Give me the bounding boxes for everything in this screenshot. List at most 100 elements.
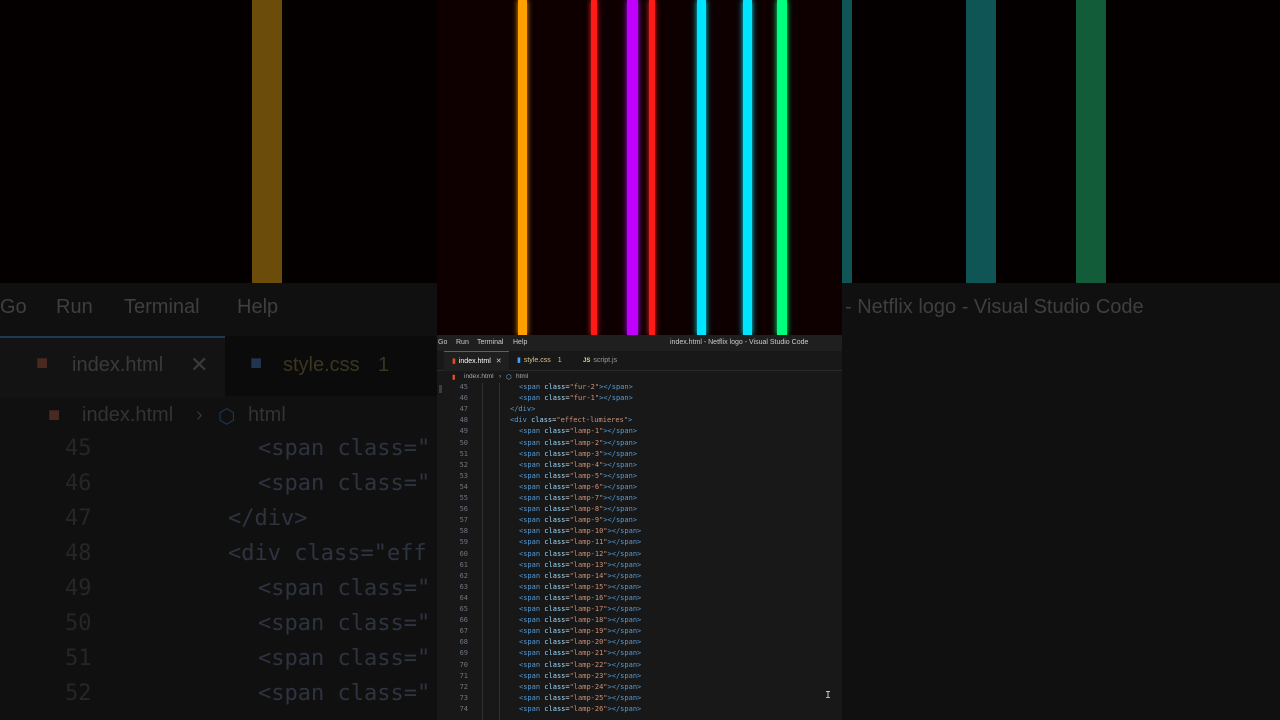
code-text: <span class="lamp-8"></span>: [519, 505, 638, 514]
code-text: <span class="lamp-6"></span>: [519, 482, 638, 491]
code-text: </div>: [228, 506, 308, 531]
code-line: 58 <span class="lamp-10"></span>: [437, 526, 842, 537]
blurred-menu-item: Help: [237, 296, 279, 318]
code-text: <span class="lamp-26"></span>: [519, 704, 642, 713]
line-number: 66: [459, 616, 468, 625]
line-number: 46: [65, 471, 92, 496]
code-line: 54 <span class="lamp-6"></span>: [437, 482, 842, 493]
blurred-code-line: 47 </div>: [0, 506, 440, 536]
css3-icon: ▮: [517, 357, 521, 364]
line-number: 72: [459, 682, 468, 691]
line-number: 56: [459, 505, 468, 514]
js-icon: JS: [583, 358, 591, 364]
lamp-stripe: [743, 0, 752, 335]
line-number: 65: [459, 605, 468, 613]
code-line: 60 <span class="lamp-12"></span>: [437, 549, 842, 560]
code-line: 48 <div class="effect-lumieres">: [437, 415, 842, 426]
code-line: 62 <span class="lamp-14"></span>: [437, 571, 842, 582]
code-text: <span class="lamp-18"></span>: [519, 616, 642, 625]
menu-terminal[interactable]: Terminal: [477, 339, 503, 346]
line-number: 74: [459, 704, 468, 713]
blurred-lamp: [966, 0, 996, 283]
code-text: <span class=": [258, 681, 431, 706]
line-number: 47: [65, 506, 92, 531]
tab-style-css[interactable]: ▮ style.css 1: [517, 351, 579, 370]
blurred-menu-item: Go: [0, 296, 27, 318]
editor-tabbar: ▮ index.html ✕ ▮ style.css 1 JS script.js: [437, 351, 842, 371]
code-text: <span class="lamp-2"></span>: [519, 438, 638, 447]
code-text: <span class="lamp-24"></span>: [519, 682, 642, 691]
close-icon: ✕: [190, 352, 209, 377]
code-text: <span class="lamp-15"></span>: [519, 582, 642, 591]
blurred-menu-item: Run: [56, 296, 93, 318]
code-editor[interactable]: 45 <span class="fur-2"></span> 46 <span cla…: [437, 383, 842, 720]
menubar: Go Run Terminal Help index.html - Netfli…: [437, 335, 842, 351]
code-line: 50 <span class="lamp-2"></span>: [437, 438, 842, 449]
code-text: <span class=": [258, 471, 431, 496]
tab-index-html[interactable]: ▮ index.html ✕: [444, 351, 509, 371]
line-number: 61: [459, 560, 468, 569]
code-text: <div class="eff: [228, 541, 427, 566]
menu-go[interactable]: Go: [438, 339, 447, 346]
code-line: 63 <span class="lamp-15"></span>: [437, 582, 842, 593]
code-text: <span class="lamp-9"></span>: [519, 516, 638, 525]
code-text: <span class="lamp-7"></span>: [519, 494, 638, 502]
breadcrumb-symbol[interactable]: html: [516, 373, 528, 380]
code-line: 46 <span class="fur-1"></span>: [437, 393, 842, 404]
blurred-tab-label: style.css: [283, 354, 360, 376]
code-text: <span class=": [258, 646, 431, 671]
code-text: <div class="effect-lumieres">: [510, 416, 633, 425]
code-line: 52 <span class="lamp-4"></span>: [437, 460, 842, 471]
line-number: 52: [65, 681, 92, 706]
video-center-column: Go Run Terminal Help index.html - Netfli…: [437, 0, 842, 720]
line-number: 51: [65, 646, 92, 671]
menu-help[interactable]: Help: [513, 339, 527, 346]
code-line: 61 <span class="lamp-13"></span>: [437, 560, 842, 571]
chevron-right-icon: ›: [196, 404, 203, 426]
tab-script-js[interactable]: JS script.js: [583, 351, 643, 370]
line-number: 63: [459, 582, 468, 591]
code-line: 55 <span class="lamp-7"></span>: [437, 493, 842, 504]
line-number: 59: [459, 538, 468, 547]
line-number: 49: [65, 576, 92, 601]
problem-count-badge: 1: [557, 357, 562, 364]
code-text: <span class="lamp-1"></span>: [519, 427, 638, 436]
line-number: 60: [459, 549, 468, 558]
menu-run[interactable]: Run: [456, 339, 469, 346]
close-icon[interactable]: ✕: [496, 358, 502, 365]
line-number: 50: [459, 438, 468, 447]
code-text: <span class="lamp-20"></span>: [519, 638, 642, 647]
code-text: <span class="lamp-4"></span>: [519, 460, 638, 469]
lamp-stripe: [518, 0, 527, 335]
code-line: 73 <span class="lamp-25"></span>: [437, 693, 842, 704]
blurred-code-line: 52 <span class=": [0, 681, 440, 711]
code-text: <span class=": [258, 611, 431, 636]
breadcrumb: ▮ index.html › ⬡ html: [437, 371, 842, 383]
code-line: 67 <span class="lamp-19"></span>: [437, 626, 842, 637]
blurred-code-line: 51 <span class=": [0, 646, 440, 676]
line-number: 71: [459, 671, 468, 680]
line-number: 47: [459, 405, 468, 414]
code-text: <span class="lamp-11"></span>: [519, 538, 642, 547]
line-number: 73: [459, 693, 468, 702]
blurred-window-title: - Netflix logo - Visual Studio Code: [845, 296, 1144, 318]
code-line: 71 <span class="lamp-23"></span>: [437, 671, 842, 682]
code-text: <span class="lamp-22"></span>: [519, 660, 642, 669]
blurred-lamp: [1076, 0, 1106, 283]
line-number: 67: [459, 627, 468, 636]
blurred-tab-badge: 1: [378, 354, 390, 376]
window-title: index.html - Netflix logo - Visual Studi…: [670, 339, 809, 346]
blurred-lamp: [842, 0, 852, 283]
blurred-breadcrumb-file: index.html: [82, 404, 174, 426]
line-number: 49: [459, 427, 468, 436]
code-line: 45 <span class="fur-2"></span>: [437, 383, 842, 393]
code-line: 72 <span class="lamp-24"></span>: [437, 682, 842, 693]
line-number: 51: [459, 449, 468, 458]
line-number: 55: [459, 494, 468, 502]
breadcrumb-file[interactable]: index.html: [464, 373, 494, 380]
blurred-tabbar: ■ index.html ✕ ■ style.css 1: [0, 336, 440, 398]
lamp-stripe: [627, 0, 638, 335]
code-text: <span class="fur-1"></span>: [519, 394, 633, 403]
code-text: <span class="lamp-19"></span>: [519, 627, 642, 636]
code-text: <span class="lamp-12"></span>: [519, 549, 642, 558]
